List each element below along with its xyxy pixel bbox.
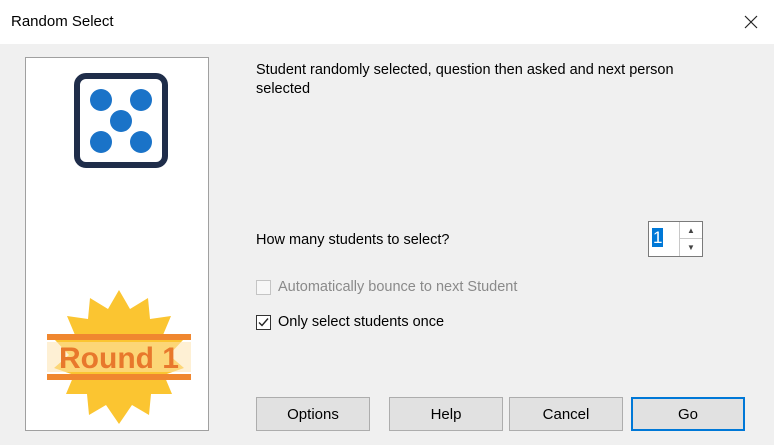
close-button[interactable]	[728, 0, 774, 44]
count-input[interactable]: 1	[652, 227, 678, 248]
dice-five-icon	[74, 73, 168, 168]
increment-button[interactable]: ▲	[680, 222, 702, 239]
decrement-button[interactable]: ▼	[680, 239, 702, 256]
options-button[interactable]: Options	[256, 397, 370, 431]
chevron-up-icon: ▲	[687, 225, 695, 235]
auto-bounce-label: Automatically bounce to next Student	[278, 279, 518, 295]
select-once-label: Only select students once	[278, 314, 445, 330]
go-button[interactable]: Go	[631, 397, 745, 431]
count-label: How many students to select?	[256, 232, 450, 248]
select-once-option[interactable]: Only select students once	[256, 314, 444, 330]
cancel-button[interactable]: Cancel	[509, 397, 623, 431]
auto-bounce-checkbox[interactable]	[256, 279, 271, 295]
count-stepper[interactable]: 1 ▲ ▼	[648, 221, 703, 257]
close-icon	[744, 15, 758, 29]
stepper-buttons: ▲ ▼	[679, 222, 702, 256]
checkmark-icon	[258, 317, 269, 327]
help-button[interactable]: Help	[389, 397, 503, 431]
select-once-checkbox[interactable]	[256, 314, 271, 330]
badge-text: Round 1	[59, 342, 179, 375]
window-title: Random Select	[11, 13, 114, 30]
title-bar: Random Select	[0, 0, 774, 44]
image-panel: Round 1	[25, 57, 209, 431]
round-badge-icon: Round 1	[47, 290, 191, 424]
description-text: Student randomly selected, question then…	[256, 62, 674, 97]
count-value: 1	[652, 228, 664, 247]
chevron-down-icon: ▼	[687, 243, 695, 252]
auto-bounce-option[interactable]: Automatically bounce to next Student	[256, 279, 517, 295]
